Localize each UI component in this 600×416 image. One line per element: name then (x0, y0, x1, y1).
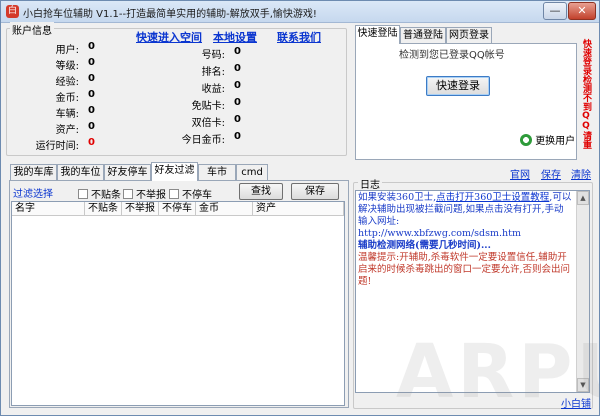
log-line: 如果安装360卫士, (358, 192, 437, 203)
friend-filter-table[interactable]: 名字 不贴条 不举报 不停车 金币 资产 (11, 201, 345, 406)
column-header-no-park[interactable]: 不停车 (159, 202, 196, 216)
app-window: 白 小白抢车位辅助 V1.1--打造最简单实用的辅助-解放双手,愉快游戏! — … (0, 0, 600, 416)
no-report-checkbox[interactable]: 不举报 (123, 186, 166, 201)
log-group-title: 日志 (358, 176, 382, 191)
account-left-value: 0 (88, 73, 95, 84)
no-ticket-checkbox[interactable]: 不贴条 (78, 186, 121, 201)
checkbox-label: 不举报 (136, 190, 166, 201)
login-detected-text: 检测到您已登录QQ帐号 (399, 50, 505, 61)
clear-log-link[interactable]: 清除 (571, 166, 591, 181)
tab-normal-login[interactable]: 普通登陆 (400, 27, 446, 44)
column-header-no-report[interactable]: 不举报 (122, 202, 159, 216)
account-right-value: 0 (234, 97, 241, 108)
account-right-value: 0 (234, 46, 241, 57)
side-warning-text: 快速登录检测不到QQ请重 (581, 39, 591, 149)
tab-quick-login[interactable]: 快速登陆 (355, 25, 400, 44)
log-line: 温馨提示:开辅助,杀毒软件一定要设置信任,辅助开启来的时候杀毒跳出的窗口一定要允… (358, 252, 571, 287)
account-right-label: 双倍卡: (191, 118, 225, 129)
account-info-title: 账户信息 (10, 22, 54, 37)
account-right-value: 0 (234, 131, 241, 142)
account-right-value: 0 (234, 80, 241, 91)
login-tabs: 快速登陆 普通登陆 网页登录 (355, 25, 575, 44)
save-filter-button[interactable]: 保存 (291, 183, 339, 200)
account-right-label: 今日金币: (181, 135, 225, 146)
no-park-checkbox[interactable]: 不停车 (169, 186, 212, 201)
account-left-value: 0 (88, 121, 95, 132)
account-left-value: 0 (88, 89, 95, 100)
tab-cmd[interactable]: cmd (236, 164, 268, 181)
main-tabs: 我的车库 我的车位 好友停车 好友过滤 车市 cmd (10, 162, 350, 181)
local-settings-link[interactable]: 本地设置 (213, 29, 257, 45)
account-left-label: 资产: (55, 125, 79, 136)
switch-user-label: 更换用户 (535, 136, 576, 147)
account-left-value: 0 (88, 137, 95, 148)
account-left-label: 用户: (55, 45, 79, 56)
account-right-label: 免贴卡: (191, 101, 225, 112)
filter-select-label: 过滤选择 (13, 189, 53, 200)
account-left-label: 金币: (55, 93, 79, 104)
checkbox-box (78, 189, 88, 199)
column-header-name[interactable]: 名字 (12, 202, 85, 216)
tab-my-spots[interactable]: 我的车位 (57, 164, 104, 181)
column-header-assets[interactable]: 资产 (253, 202, 344, 216)
account-right-label: 收益: (201, 84, 225, 95)
checkbox-label: 不停车 (182, 190, 212, 201)
checkbox-box (123, 189, 133, 199)
title-bar[interactable]: 白 小白抢车位辅助 V1.1--打造最简单实用的辅助-解放双手,愉快游戏! — … (1, 1, 599, 23)
refresh-icon (520, 134, 532, 146)
window-title: 小白抢车位辅助 V1.1--打造最简单实用的辅助-解放双手,愉快游戏! (23, 9, 317, 20)
log-line: http://www.xbfzwg.com/sdsm.htm (358, 228, 521, 239)
save-log-link[interactable]: 保存 (541, 166, 561, 181)
account-right-label: 排名: (201, 67, 225, 78)
log-line: 辅助检测网络(需要几秒时间)... (358, 240, 491, 251)
account-left-label: 运行时间: (35, 141, 79, 152)
app-logo-icon: 白 (6, 5, 19, 18)
checkbox-box (169, 189, 179, 199)
contact-us-link[interactable]: 联系我们 (277, 29, 321, 45)
watermark: ARPUN (396, 329, 600, 415)
search-button[interactable]: 查找 (239, 183, 283, 200)
account-left-label: 等级: (55, 61, 79, 72)
column-header-gold[interactable]: 金币 (196, 202, 253, 216)
account-left-label: 经验: (55, 77, 79, 88)
tab-friend-filter[interactable]: 好友过滤 (151, 162, 198, 181)
tab-friend-parking[interactable]: 好友停车 (104, 164, 151, 181)
tab-my-garage[interactable]: 我的车库 (10, 164, 57, 181)
account-right-value: 0 (234, 63, 241, 74)
checkbox-label: 不贴条 (91, 190, 121, 201)
account-left-value: 0 (88, 41, 95, 52)
tab-web-login[interactable]: 网页登录 (446, 27, 492, 44)
scroll-up-arrow-icon[interactable]: ▲ (577, 191, 589, 205)
quick-enter-space-link[interactable]: 快速进入空间 (136, 29, 202, 45)
minimize-button[interactable]: — (543, 2, 567, 20)
official-site-link[interactable]: 官网 (510, 166, 530, 181)
account-left-value: 0 (88, 105, 95, 116)
account-left-value: 0 (88, 57, 95, 68)
quick-login-button[interactable]: 快速登录 (426, 76, 490, 96)
switch-user-control[interactable]: 更换用户 (520, 132, 575, 147)
account-right-value: 0 (234, 114, 241, 125)
tab-car-market[interactable]: 车市 (198, 164, 236, 181)
column-header-no-ticket[interactable]: 不贴条 (85, 202, 122, 216)
close-button[interactable]: ✕ (568, 2, 596, 20)
log-line[interactable]: 点击打开360卫士设置教程 (436, 192, 549, 203)
account-left-label: 车辆: (55, 109, 79, 120)
log-lines: 如果安装360卫士,点击打开360卫士设置教程,可以解决辅助出现被拦截问题,如果… (356, 191, 589, 288)
account-right-label: 号码: (201, 50, 225, 61)
